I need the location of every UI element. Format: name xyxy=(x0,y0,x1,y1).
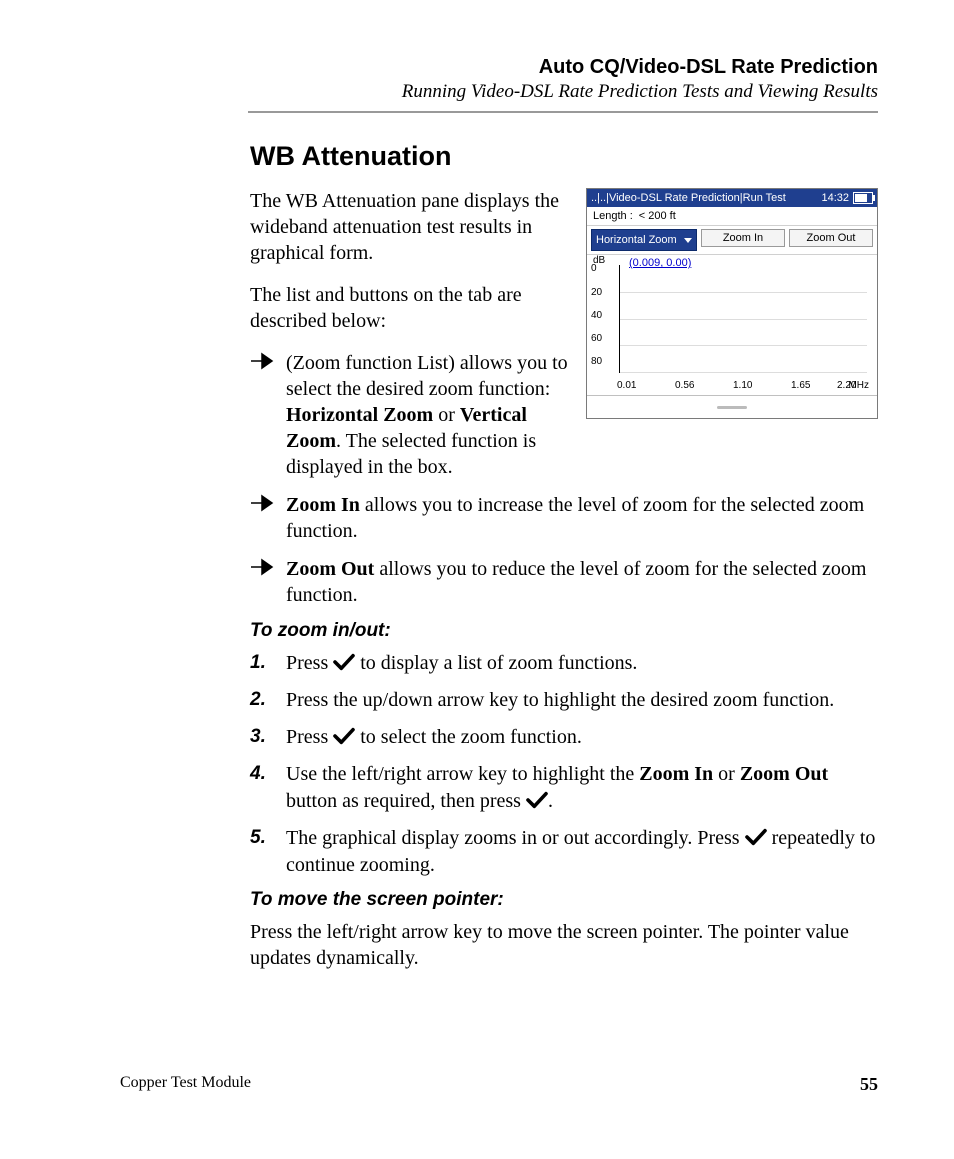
device-titlebar: ..|..|Video-DSL Rate Prediction|Run Test… xyxy=(587,189,877,207)
intro-paragraph-2: The list and buttons on the tab are desc… xyxy=(250,282,568,334)
x-tick: 0.01 xyxy=(617,380,636,391)
page: Auto CQ/Video-DSL Rate Prediction Runnin… xyxy=(0,0,954,1159)
plot-area xyxy=(619,265,867,373)
check-icon xyxy=(333,727,355,745)
x-tick: 1.10 xyxy=(733,380,752,391)
attenuation-chart: dB (0.009, 0.00) 0 20 40 60 80 0.01 0.56 xyxy=(587,255,877,395)
y-tick: 40 xyxy=(591,310,602,321)
step-3: 3. Press to select the zoom function. xyxy=(250,724,878,751)
zoom-steps: 1. Press to display a list of zoom funct… xyxy=(250,650,878,879)
y-tick: 0 xyxy=(591,263,597,274)
step-2: 2. Press the up/down arrow key to highli… xyxy=(250,687,878,714)
chapter-subtitle: Running Video-DSL Rate Prediction Tests … xyxy=(120,81,878,103)
intro-paragraph-1: The WB Attenuation pane displays the wid… xyxy=(250,188,568,266)
x-tick: 1.65 xyxy=(791,380,810,391)
page-footer: Copper Test Module 55 xyxy=(120,1074,878,1095)
header-rule xyxy=(248,111,878,113)
zoom-function-select[interactable]: Horizontal Zoom xyxy=(591,229,697,251)
content-area: The WB Attenuation pane displays the wid… xyxy=(250,188,878,971)
step-4: 4. Use the left/right arrow key to highl… xyxy=(250,761,878,815)
device-breadcrumb: ..|..|Video-DSL Rate Prediction|Run Test xyxy=(591,192,786,204)
check-icon xyxy=(745,828,767,846)
device-clock: 14:32 xyxy=(821,192,849,204)
page-number: 55 xyxy=(860,1074,878,1095)
section-heading: WB Attenuation xyxy=(250,141,878,172)
bullet-arrow-icon xyxy=(250,352,276,370)
procedure-heading-pointer: To move the screen pointer: xyxy=(250,889,878,911)
step-5: 5. The graphical display zooms in or out… xyxy=(250,825,878,879)
page-header: Auto CQ/Video-DSL Rate Prediction Runnin… xyxy=(120,56,878,113)
bullet-zoom-in: Zoom In allows you to increase the level… xyxy=(250,492,878,544)
chevron-down-icon xyxy=(684,238,692,243)
battery-icon xyxy=(853,192,873,204)
procedure-heading-zoom: To zoom in/out: xyxy=(250,620,878,642)
y-tick: 80 xyxy=(591,356,602,367)
device-screenshot: ..|..|Video-DSL Rate Prediction|Run Test… xyxy=(586,188,878,419)
x-axis-unit: MHz xyxy=(848,380,869,391)
bullet-arrow-icon xyxy=(250,494,276,512)
length-label: Length : xyxy=(593,210,633,222)
chapter-title: Auto CQ/Video-DSL Rate Prediction xyxy=(120,56,878,79)
footer-doc-title: Copper Test Module xyxy=(120,1074,251,1095)
y-tick: 60 xyxy=(591,333,602,344)
bullet-zoom-out: Zoom Out allows you to reduce the level … xyxy=(250,556,878,608)
device-toolbar: Horizontal Zoom Zoom In Zoom Out xyxy=(587,226,877,255)
device-footer xyxy=(587,395,877,418)
device-length-row: Length : < 200 ft xyxy=(587,207,877,226)
pointer-paragraph: Press the left/right arrow key to move t… xyxy=(250,919,878,971)
zoom-out-button[interactable]: Zoom Out xyxy=(789,229,873,247)
bullet-zoom-list: (Zoom function List) allows you to selec… xyxy=(250,350,568,480)
x-tick: 0.56 xyxy=(675,380,694,391)
step-1: 1. Press to display a list of zoom funct… xyxy=(250,650,878,677)
check-icon xyxy=(526,791,548,809)
check-icon xyxy=(333,653,355,671)
bullet-arrow-icon xyxy=(250,558,276,576)
y-tick: 20 xyxy=(591,287,602,298)
zoom-in-button[interactable]: Zoom In xyxy=(701,229,785,247)
length-value: < 200 ft xyxy=(639,210,676,222)
